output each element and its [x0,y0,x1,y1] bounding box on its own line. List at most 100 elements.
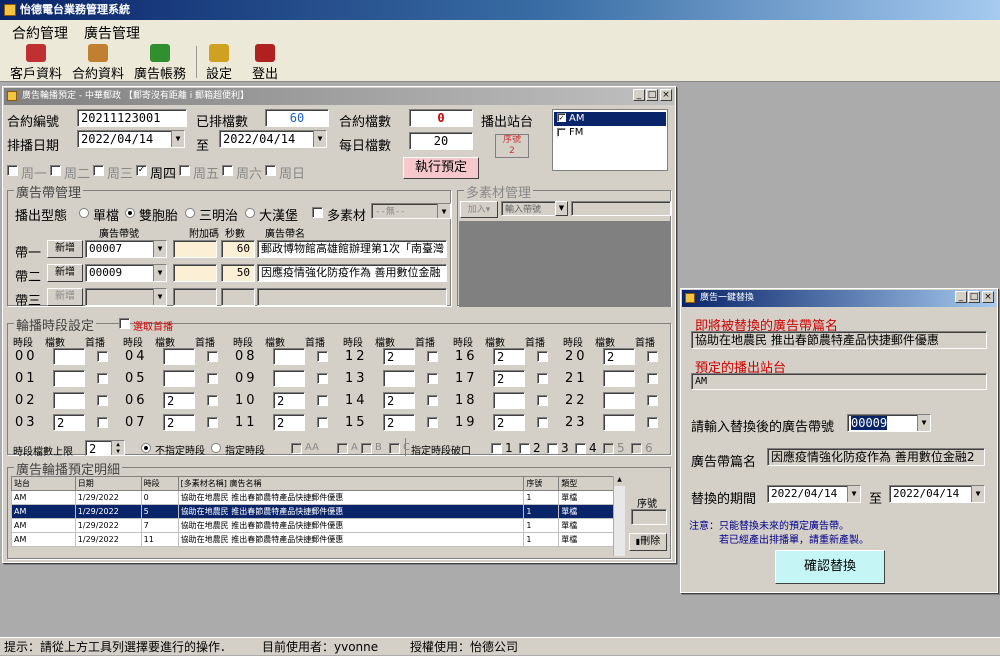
break-checkbox[interactable] [547,443,558,454]
weekday-checkbox[interactable] [93,165,104,176]
slot-first-checkbox[interactable] [207,373,218,384]
weekday-checkbox[interactable] [179,165,190,176]
chevron-down-icon[interactable]: ▼ [153,241,166,257]
minimize-button[interactable]: _ [633,89,645,101]
toolbar-logout-button[interactable]: 登出 [250,42,280,82]
date-to-picker[interactable]: 2022/04/14 ▼ [219,130,327,148]
new-no-select[interactable]: 00009 ▼ [847,414,931,432]
slot-count-field[interactable]: 2 [163,414,195,431]
slot-count-field[interactable] [383,370,415,387]
table-row[interactable]: AM 1/29/2022 11 協助在地農民 推出春節農特產品快捷郵件優惠 1 單檔 [11,532,619,547]
unspecified-slot-radio[interactable] [141,443,151,453]
slot-first-checkbox[interactable] [537,395,548,406]
detail-table[interactable]: 站台 日期 時段 [多素材名稱] 廣告名稱 序號 類型 AM 1/29/2022 0 協助在地農民… [11,476,619,547]
slot-count-field[interactable] [53,348,85,365]
multi-material-checkbox[interactable] [312,207,323,218]
slot-first-checkbox[interactable] [97,351,108,362]
slot-first-checkbox[interactable] [97,395,108,406]
station-list[interactable]: ✓ AM FM [552,109,668,171]
band-secs-field[interactable]: 60 [221,240,255,258]
confirm-replace-button[interactable]: 確認替換 [775,550,885,584]
chevron-down-icon[interactable]: ▼ [153,265,166,281]
slot-count-field[interactable]: 2 [273,414,305,431]
minimize-button[interactable]: _ [955,291,967,303]
slot-first-checkbox[interactable] [317,351,328,362]
toolbar-contract-button[interactable]: 合約資料 [70,42,126,82]
break-checkbox[interactable] [575,443,586,454]
contract-no-field[interactable]: 20211123001 [77,109,187,127]
slot-first-checkbox[interactable] [317,373,328,384]
break-checkbox[interactable] [491,443,502,454]
zone-checkbox[interactable] [361,443,372,454]
slot-count-field[interactable] [603,414,635,431]
table-row[interactable]: AM 1/29/2022 5 協助在地農民 推出春節農特產品快捷郵件優惠 1 單檔 [11,504,619,519]
toolbar-money-button[interactable]: 廣告帳務 [132,42,188,82]
period-to-picker[interactable]: 2022/04/14 ▼ [889,485,985,503]
chevron-down-icon[interactable]: ▼ [171,131,184,147]
slot-count-field[interactable]: 2 [383,348,415,365]
close-button[interactable]: × [982,291,994,303]
band-no-select[interactable]: ▼ [85,288,167,306]
input-band-dropdown[interactable]: ▼ [555,201,568,216]
weekday-checkbox[interactable] [50,165,61,176]
scroll-up-icon[interactable]: ▲ [614,476,625,486]
daily-field[interactable]: 20 [409,132,473,150]
break-checkbox[interactable] [603,443,614,454]
maximize-button[interactable]: □ [968,291,980,303]
slot-count-field[interactable]: 2 [163,392,195,409]
weekday-checkbox[interactable] [265,165,276,176]
slot-first-checkbox[interactable] [427,417,438,428]
chevron-down-icon[interactable]: ▼ [313,131,326,147]
slot-first-checkbox[interactable] [647,373,658,384]
band-extra-field[interactable] [173,288,217,306]
zone-checkbox[interactable] [389,443,400,454]
play-type-radio[interactable] [185,208,195,218]
slot-first-checkbox[interactable] [97,373,108,384]
weekday-checkbox[interactable] [222,165,233,176]
slot-count-field[interactable] [603,370,635,387]
add-material-button[interactable]: 加入▾ [460,201,498,218]
band-new-button[interactable]: 新增 [47,240,83,258]
slot-count-field[interactable] [273,348,305,365]
slot-count-field[interactable]: 2 [383,392,415,409]
band-no-select[interactable]: 00009 ▼ [85,264,167,282]
band-secs-field[interactable]: 50 [221,264,255,282]
limit-spinner[interactable]: 2 ▲ ▼ [85,440,125,456]
toolbar-customers-button[interactable]: 客戶資料 [8,42,64,82]
band-extra-field[interactable] [173,240,217,258]
detail-scrollbar[interactable]: ▲ [613,476,625,556]
play-type-radio[interactable] [245,208,255,218]
table-row[interactable]: AM 1/29/2022 7 協助在地農民 推出春節農特產品快捷郵件優惠 1 單檔 [11,518,619,533]
band-extra-field[interactable] [173,264,217,282]
play-type-radio[interactable] [79,208,89,218]
slot-count-field[interactable]: 2 [383,414,415,431]
execute-booking-button[interactable]: 執行預定 [403,157,479,179]
multi-material-select[interactable]: --無-- ▼ [371,203,451,219]
date-from-picker[interactable]: 2022/04/14 ▼ [77,130,185,148]
slot-count-field[interactable]: 2 [493,348,525,365]
menu-contract[interactable]: 合約管理 [12,23,68,43]
slot-count-field[interactable] [493,392,525,409]
menu-ads[interactable]: 廣告管理 [84,23,140,43]
chevron-down-icon[interactable]: ▼ [153,289,166,305]
slot-first-checkbox[interactable] [207,395,218,406]
band-new-button[interactable]: 新增 [47,264,83,282]
slot-first-checkbox[interactable] [427,395,438,406]
slot-first-checkbox[interactable] [647,395,658,406]
slot-count-field[interactable] [163,348,195,365]
slot-first-checkbox[interactable] [427,351,438,362]
slot-count-field[interactable]: 2 [493,414,525,431]
weekday-checkbox[interactable]: ✓ [136,165,147,176]
slot-first-checkbox[interactable] [317,417,328,428]
slot-first-checkbox[interactable] [537,373,548,384]
slot-first-checkbox[interactable] [207,417,218,428]
chevron-down-icon[interactable]: ▼ [847,486,860,502]
delete-button[interactable]: ▮刪除 [629,533,667,551]
slot-first-checkbox[interactable] [97,417,108,428]
break-checkbox[interactable] [631,443,642,454]
zone-checkbox[interactable] [337,443,348,454]
slot-first-checkbox[interactable] [647,351,658,362]
slot-first-checkbox[interactable] [647,417,658,428]
specified-slot-radio[interactable] [211,443,221,453]
play-type-radio[interactable] [125,208,135,218]
